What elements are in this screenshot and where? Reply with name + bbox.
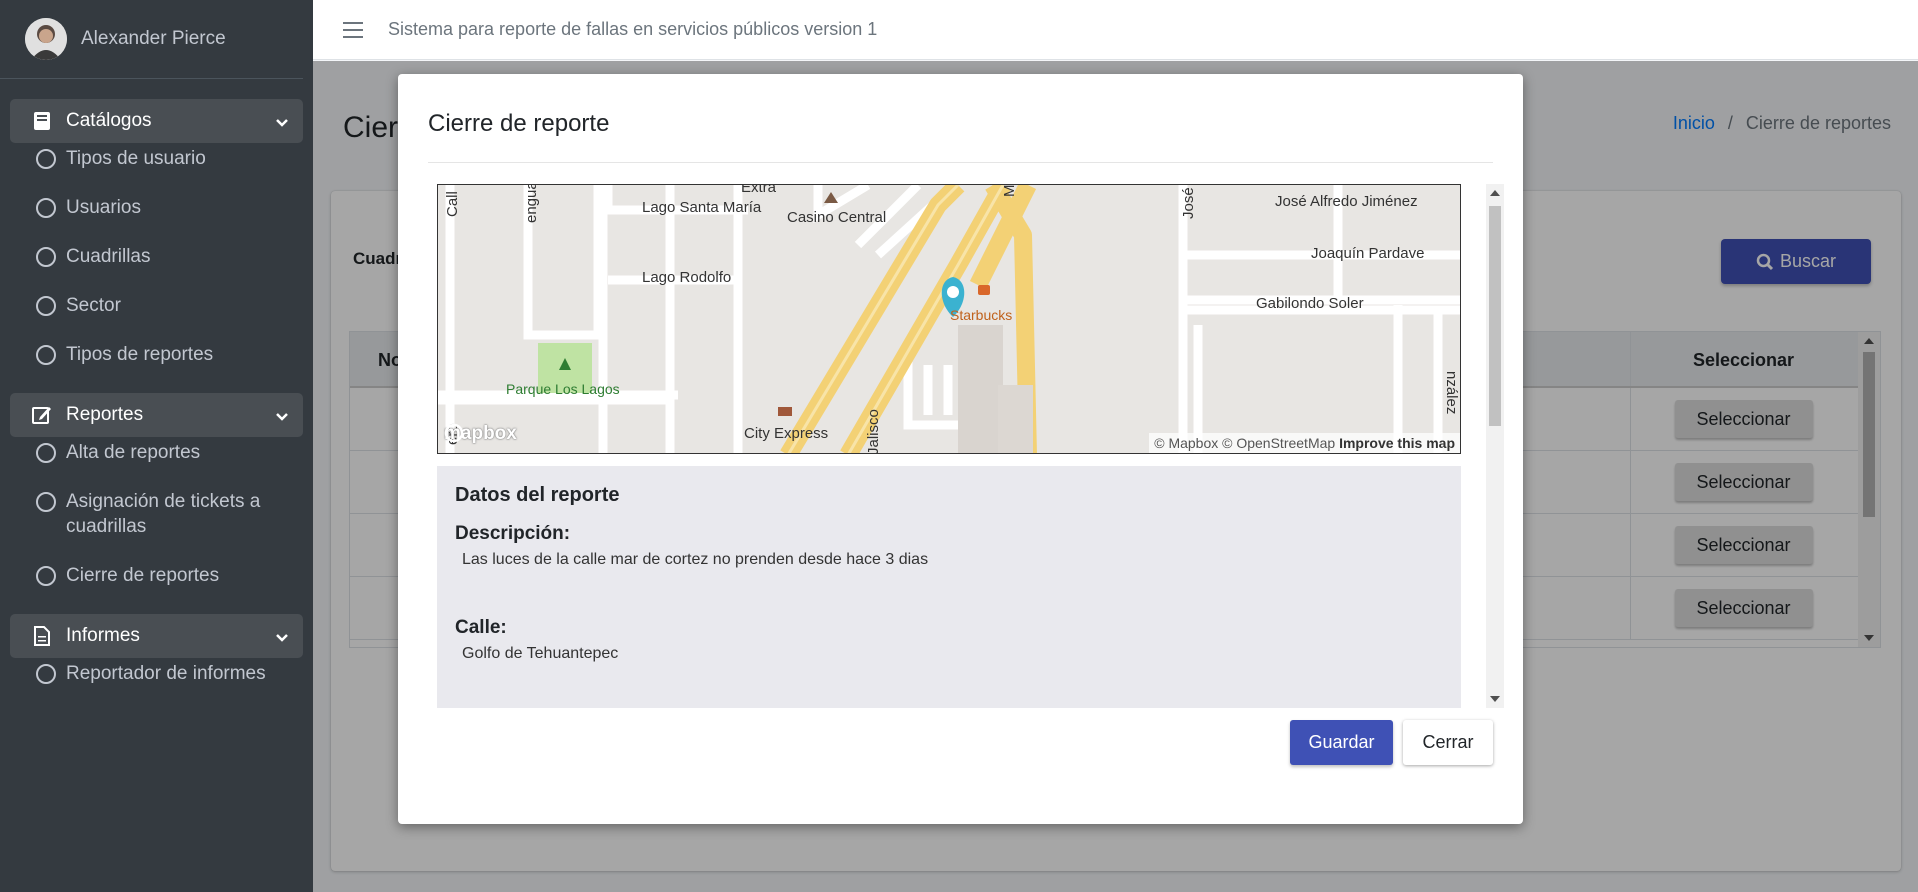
map-label: Casino Central (787, 209, 887, 226)
sidebar-nav: Catálogos Tipos de usuario Usuarios Cuad… (0, 79, 313, 712)
mapbox-logo[interactable]: mapbox (444, 423, 517, 445)
sidebar-group-catalogos[interactable]: Catálogos (10, 99, 303, 143)
hamburger-menu-icon[interactable] (343, 21, 363, 38)
circle-icon (36, 664, 56, 684)
sidebar-item-label: Alta de reportes (66, 442, 201, 463)
sidebar-group-informes[interactable]: Informes (10, 614, 303, 658)
location-map[interactable]: Extra Lago Santa María Casino Central La… (437, 184, 1461, 454)
map-label: Joaquín Pardave (1311, 245, 1425, 262)
chevron-down-icon (275, 629, 289, 643)
map-label: José Alfredo Jiménez (1275, 193, 1418, 210)
circle-icon (36, 149, 56, 169)
sidebar-item-alta-de-reportes[interactable]: Alta de reportes (0, 442, 313, 491)
close-button[interactable]: Cerrar (1403, 720, 1493, 765)
modal-title: Cierre de reporte (428, 110, 610, 137)
close-report-modal: Cierre de reporte Extra Lago Santa María… (398, 74, 1523, 824)
sidebar-item-usuarios[interactable]: Usuarios (0, 197, 313, 246)
circle-icon (36, 345, 56, 365)
avatar[interactable] (25, 18, 67, 60)
sidebar-item-label: Tipos de reportes (66, 344, 214, 365)
map-label: Starbucks (950, 307, 1013, 323)
divider (428, 162, 1493, 163)
map-label: City Express (744, 425, 829, 442)
improve-map-link[interactable]: Improve this map (1339, 435, 1455, 451)
report-details: Datos del reporte Descripción: Las luces… (437, 466, 1461, 708)
street-value: Golfo de Tehuantepec (462, 645, 619, 662)
cafe-icon (978, 285, 990, 295)
description-label: Descripción: (455, 523, 571, 544)
sidebar-item-label: Cuadrillas (66, 246, 151, 267)
app-title: Sistema para reporte de fallas en servic… (388, 19, 878, 39)
sidebar: Alexander Pierce Catálogos Tipos de usua… (0, 0, 313, 892)
book-icon (32, 110, 52, 132)
map-label: Extra (741, 184, 777, 196)
sidebar-item-cuadrillas[interactable]: Cuadrillas (0, 246, 313, 295)
sidebar-group-label: Catálogos (66, 110, 152, 131)
modal-body[interactable]: Extra Lago Santa María Casino Central La… (437, 184, 1504, 708)
report-details-heading: Datos del reporte (455, 484, 620, 506)
sidebar-item-cierre-de-reportes[interactable]: Cierre de reportes (0, 565, 313, 614)
user-name[interactable]: Alexander Pierce (81, 28, 226, 50)
map-label: Lago Rodolfo (642, 269, 732, 286)
attribution-mapbox-link[interactable]: © Mapbox (1154, 435, 1218, 451)
circle-icon (36, 198, 56, 218)
sidebar-group-reportes[interactable]: Reportes (10, 393, 303, 437)
mapbox-icon (444, 423, 464, 443)
chevron-down-icon (275, 114, 289, 128)
document-icon (32, 625, 52, 647)
description-value: Las luces de la calle mar de cortez no p… (462, 551, 929, 568)
circle-icon (36, 296, 56, 316)
modal-scrollbar[interactable] (1486, 184, 1504, 708)
map-label: nzález (1443, 371, 1460, 415)
sidebar-item-sector[interactable]: Sector (0, 295, 313, 344)
map-attribution: © Mapbox © OpenStreetMap Improve this ma… (1149, 433, 1460, 453)
sidebar-item-reportador-de-informes[interactable]: Reportador de informes (0, 663, 313, 712)
sidebar-item-tipos-de-reportes[interactable]: Tipos de reportes (0, 344, 313, 393)
chevron-down-icon (275, 408, 289, 422)
sidebar-item-label: Usuarios (66, 197, 141, 218)
circle-icon (36, 566, 56, 586)
circle-icon (36, 247, 56, 267)
map-label: engua (523, 184, 540, 223)
sidebar-item-label: Cierre de reportes (66, 565, 220, 586)
street-label: Calle: (455, 617, 507, 638)
circle-icon (36, 492, 56, 512)
sidebar-item-asignacion-de-tickets[interactable]: Asignación de tickets a cuadrillas (0, 491, 313, 565)
sidebar-item-tipos-de-usuario[interactable]: Tipos de usuario (0, 148, 313, 197)
edit-icon (32, 404, 52, 426)
sidebar-item-label: Sector (66, 295, 121, 316)
map-label: José (1180, 187, 1197, 219)
top-navbar: Sistema para reporte de fallas en servic… (313, 0, 1918, 60)
map-label: Lago Santa María (642, 199, 762, 216)
map-label: Parque Los Lagos (506, 381, 620, 397)
save-button[interactable]: Guardar (1290, 720, 1393, 765)
user-panel[interactable]: Alexander Pierce (0, 0, 303, 79)
circle-icon (36, 443, 56, 463)
sidebar-group-label: Reportes (66, 404, 144, 425)
sidebar-item-label: Tipos de usuario (66, 148, 206, 169)
map-label: Jalisco (865, 409, 882, 454)
map-label: Call (444, 191, 461, 217)
attribution-osm-link[interactable]: © OpenStreetMap (1222, 435, 1335, 451)
sidebar-item-label: Asignación de tickets a cuadrillas (66, 491, 261, 537)
map-label: M (1001, 184, 1018, 197)
sidebar-item-label: Reportador de informes (66, 663, 266, 684)
map-label: Gabilondo Soler (1256, 295, 1364, 312)
hotel-icon (778, 407, 792, 416)
sidebar-group-label: Informes (66, 625, 140, 646)
